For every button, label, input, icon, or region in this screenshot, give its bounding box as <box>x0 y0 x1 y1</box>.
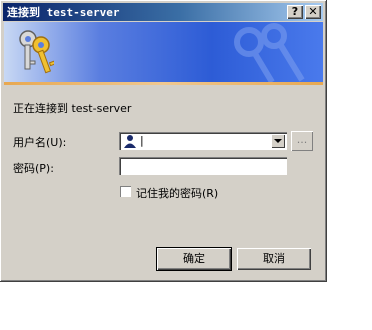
help-button[interactable]: ? <box>287 5 303 19</box>
password-label: 密码(P): <box>13 162 54 175</box>
keys-icon <box>19 30 54 74</box>
chevron-down-icon[interactable] <box>271 134 285 148</box>
banner <box>4 22 323 82</box>
title-bar: 连接到 test-server ? ✕ <box>3 3 323 21</box>
banner-divider <box>4 82 323 85</box>
close-button[interactable]: ✕ <box>305 5 321 19</box>
username-combobox[interactable]: | <box>119 132 287 150</box>
connecting-message: 正在连接到 test-server <box>13 102 132 115</box>
username-value: | <box>140 134 144 147</box>
user-icon <box>124 135 136 148</box>
cancel-button[interactable]: 取消 <box>237 248 311 270</box>
remember-password-checkbox[interactable] <box>120 186 131 197</box>
window-title: 连接到 test-server <box>7 6 120 19</box>
ok-button[interactable]: 确定 <box>156 247 232 271</box>
username-label: 用户名(U): <box>13 136 67 149</box>
login-dialog: 连接到 test-server ? ✕ 正在连接到 test-server 用户… <box>0 0 327 282</box>
password-field[interactable] <box>119 157 287 175</box>
remember-password-label[interactable]: 记住我的密码(R) <box>136 185 218 201</box>
browse-button[interactable]: ... <box>291 131 313 151</box>
